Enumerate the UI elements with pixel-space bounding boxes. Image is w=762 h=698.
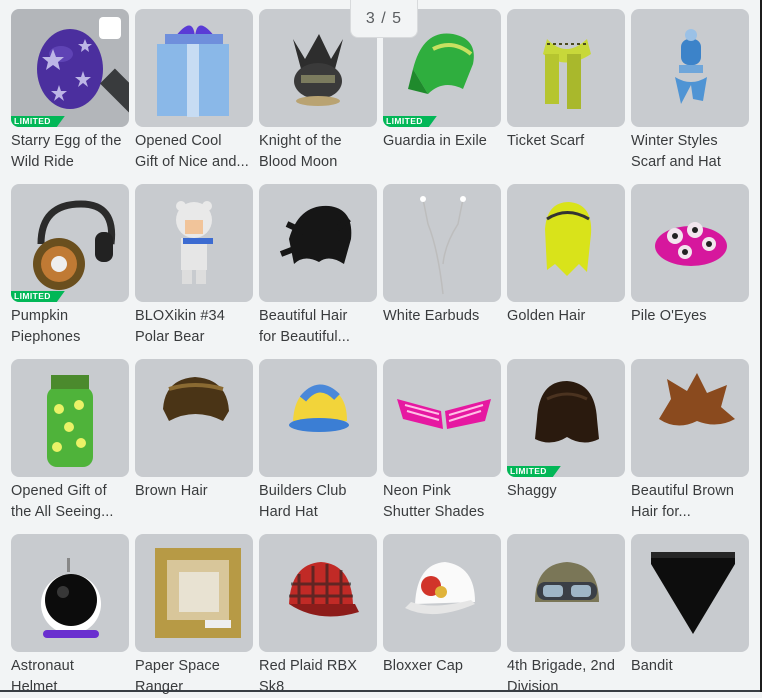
- item-name[interactable]: Opened Cool Gift of Nice and...: [135, 131, 259, 173]
- limited-badge: LIMITED: [383, 116, 437, 127]
- item-name[interactable]: Pumpkin Piephones: [11, 306, 135, 348]
- item-name[interactable]: Golden Hair: [507, 306, 631, 327]
- item-thumbnail[interactable]: [507, 9, 625, 127]
- item-thumbnail[interactable]: [383, 184, 501, 302]
- item-name[interactable]: Beautiful Brown Hair for...: [631, 481, 755, 523]
- page-indicator: 3 / 5: [350, 0, 418, 38]
- item-thumbnail[interactable]: [135, 184, 253, 302]
- item-thumbnail[interactable]: [135, 359, 253, 477]
- item-thumbnail[interactable]: LIMITED: [11, 184, 129, 302]
- item-thumbnail[interactable]: [135, 534, 253, 652]
- item-thumbnail[interactable]: LIMITED: [11, 9, 129, 127]
- item-name[interactable]: BLOXikin #34 Polar Bear: [135, 306, 259, 348]
- astronaut-helmet-icon: [41, 558, 101, 638]
- limited-badge: LIMITED: [11, 291, 65, 302]
- item-name[interactable]: Opened Gift of the All Seeing...: [11, 481, 135, 523]
- item-name[interactable]: Pile O'Eyes: [631, 306, 755, 327]
- item-name[interactable]: Neon Pink Shutter Shades: [383, 481, 507, 523]
- gift-box-icon: [157, 25, 229, 117]
- bandana-icon: [651, 552, 735, 634]
- item-thumbnail[interactable]: [383, 534, 501, 652]
- item-name[interactable]: White Earbuds: [383, 306, 507, 327]
- limited-badge: LIMITED: [11, 116, 65, 127]
- item-name[interactable]: Builders Club Hard Hat: [259, 481, 383, 523]
- item-name[interactable]: Brown Hair: [135, 481, 259, 502]
- item-thumbnail[interactable]: LIMITED: [507, 359, 625, 477]
- paper-box-icon: [155, 548, 241, 638]
- item-name[interactable]: Ticket Scarf: [507, 131, 631, 152]
- item-thumbnail[interactable]: [259, 184, 377, 302]
- item-thumbnail[interactable]: [11, 359, 129, 477]
- golden-hair-icon: [545, 202, 592, 276]
- catalog-panel: LIMITED Starry Egg of the Wild Ride Opene…: [0, 0, 762, 695]
- headphones-icon: [33, 200, 116, 290]
- item-thumbnail[interactable]: [383, 359, 501, 477]
- item-thumbnail[interactable]: [11, 534, 129, 652]
- shaggy-hair-icon: [535, 381, 599, 443]
- black-hair-icon: [279, 205, 352, 264]
- item-thumbnail[interactable]: [631, 184, 749, 302]
- item-name[interactable]: Shaggy: [507, 481, 631, 502]
- item-name[interactable]: Starry Egg of the Wild Ride: [11, 131, 135, 173]
- item-thumbnail[interactable]: [631, 534, 749, 652]
- winter-hat-icon: [675, 29, 707, 104]
- item-thumbnail[interactable]: [135, 9, 253, 127]
- polar-bear-figure-icon: [176, 201, 213, 284]
- brown-hair-icon: [163, 377, 229, 421]
- item-name[interactable]: Guardia in Exile: [383, 131, 507, 152]
- checkmark-icon: [99, 68, 129, 113]
- item-thumbnail[interactable]: [507, 534, 625, 652]
- white-cap-icon: [405, 562, 475, 615]
- limited-badge: LIMITED: [507, 466, 561, 477]
- ticket-scarf-icon: [543, 39, 591, 109]
- item-thumbnail[interactable]: [631, 359, 749, 477]
- hard-hat-icon: [289, 384, 349, 432]
- earbuds-icon: [420, 196, 466, 295]
- plaid-cap-icon: [289, 562, 359, 617]
- army-helmet-icon: [535, 562, 599, 602]
- selected-checkmark-icon[interactable]: [99, 17, 129, 113]
- spiky-brown-hair-icon: [659, 373, 735, 426]
- item-thumbnail[interactable]: [631, 9, 749, 127]
- eye-gift-icon: [47, 375, 93, 467]
- item-thumbnail[interactable]: [507, 184, 625, 302]
- item-thumbnail[interactable]: [259, 359, 377, 477]
- item-name[interactable]: Knight of the Blood Moon: [259, 131, 383, 173]
- eyes-pile-icon: [655, 222, 727, 266]
- item-name[interactable]: Winter Styles Scarf and Hat: [631, 131, 755, 173]
- item-name[interactable]: Beautiful Hair for Beautiful...: [259, 306, 383, 348]
- item-thumbnail[interactable]: [259, 534, 377, 652]
- shutter-shades-icon: [397, 399, 491, 429]
- item-name[interactable]: Bloxxer Cap: [383, 656, 507, 677]
- item-name[interactable]: Bandit: [631, 656, 755, 677]
